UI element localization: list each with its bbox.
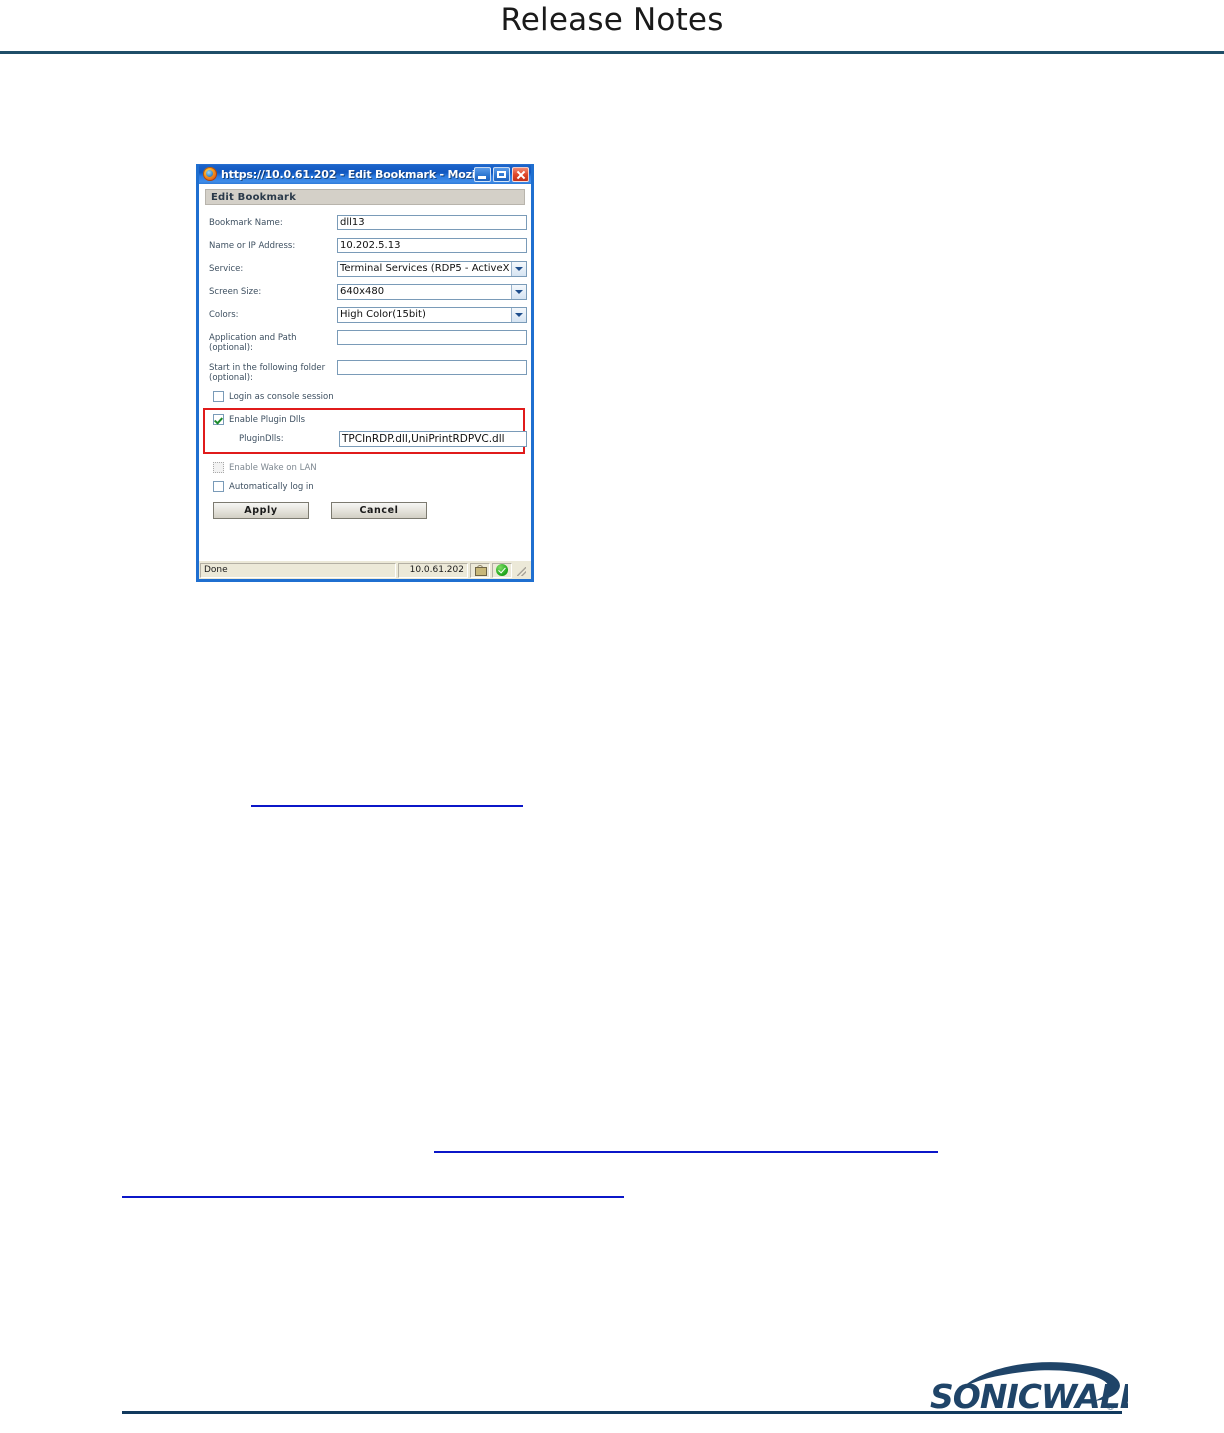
status-host: 10.0.61.202 [398,562,468,578]
minimize-icon[interactable] [474,166,491,182]
chevron-down-icon[interactable] [511,308,526,322]
auto-login-label: Automatically log in [229,481,314,492]
cancel-button[interactable]: Cancel [331,502,427,519]
status-text: Done [200,562,396,578]
start-folder-input[interactable] [337,360,527,375]
enable-plugin-dlls-checkbox[interactable] [213,414,224,425]
secure-check-icon[interactable] [492,562,512,578]
label-start-folder-line1: Start in the following folder [209,363,326,373]
bookmark-name-input[interactable]: dll13 [337,215,527,230]
page-title: Release Notes [500,2,724,38]
label-colors: Colors: [209,310,239,320]
window-titlebar[interactable]: https://10.0.61.202 - Edit Bookmark - Mo… [199,164,531,184]
dialog-button-row: Apply Cancel [213,502,523,519]
label-bookmark-name: Bookmark Name: [209,218,283,228]
hyperlink-1[interactable] [251,805,523,807]
form-row-service: Service: Terminal Services (RDP5 - Activ… [209,261,527,277]
checkbox-row-enable-plugin-dlls[interactable]: Enable Plugin Dlls [213,414,519,425]
logo-registered-trademark: ® [1106,1403,1115,1413]
checkbox-row-auto-login[interactable]: Automatically log in [213,481,523,492]
screen-size-select-value: 640x480 [340,286,385,297]
service-select-value: Terminal Services (RDP5 - ActiveX [340,263,510,274]
name-or-ip-input[interactable]: 10.202.5.13 [337,238,527,253]
firefox-globe-icon [203,167,217,181]
chevron-down-icon[interactable] [511,262,526,276]
window-statusbar: Done 10.0.61.202 [199,560,531,579]
maximize-icon[interactable] [493,166,510,182]
chevron-down-icon[interactable] [511,285,526,299]
padlock-icon[interactable] [470,562,490,578]
form-row-application-path: Application and Path (optional): [209,330,527,353]
bookmark-form: Bookmark Name: dll13 Name or IP Address:… [199,205,531,519]
checkbox-row-wake-on-lan: Enable Wake on LAN [213,462,523,473]
window-title-text: https://10.0.61.202 - Edit Bookmark - Mo… [221,167,474,181]
auto-login-checkbox[interactable] [213,481,224,492]
resize-grip-icon[interactable] [514,563,528,578]
edit-bookmark-window: https://10.0.61.202 - Edit Bookmark - Mo… [196,164,534,582]
enable-plugin-dlls-label: Enable Plugin Dlls [229,414,306,425]
window-controls [474,166,529,182]
header-divider [0,51,1224,54]
checkbox-row-login-console[interactable]: Login as console session [213,391,523,402]
apply-button[interactable]: Apply [213,502,309,519]
window-client-area: Edit Bookmark Bookmark Name: dll13 Name … [199,184,531,560]
hyperlink-2[interactable] [434,1151,938,1153]
plugin-dlls-input[interactable]: TPCInRDP.dll,UniPrintRDPVC.dll [339,431,527,447]
wake-on-lan-label: Enable Wake on LAN [229,462,317,473]
label-application-path-line1: Application and Path [209,333,297,343]
sonicwall-logo: SONICWALL ® [928,1352,1141,1416]
screen-size-select[interactable]: 640x480 [337,284,527,300]
service-select[interactable]: Terminal Services (RDP5 - ActiveX [337,261,527,277]
logo-wordmark: SONICWALL [930,1377,1128,1414]
form-row-start-folder: Start in the following folder (optional)… [209,360,527,383]
colors-select-value: High Color(15bit) [340,309,426,320]
section-header-label: Edit Bookmark [211,191,297,203]
label-application-path: Application and Path (optional): [209,330,337,353]
label-service: Service: [209,264,244,274]
form-row-plugin-dlls: PluginDlls: TPCInRDP.dll,UniPrintRDPVC.d… [213,431,527,447]
login-console-label: Login as console session [229,391,334,402]
label-name-or-ip: Name or IP Address: [209,241,296,251]
application-path-input[interactable] [337,330,527,345]
page-header: Release Notes [0,0,1224,56]
login-console-checkbox[interactable] [213,391,224,402]
sonicwall-logo-svg: SONICWALL ® [930,1362,1141,1416]
form-row-colors: Colors: High Color(15bit) [209,307,527,323]
wake-on-lan-checkbox [213,462,224,473]
plugin-dlls-highlight-box: Enable Plugin Dlls PluginDlls: TPCInRDP.… [203,408,527,454]
close-icon[interactable] [512,166,529,182]
label-plugin-dlls: PluginDlls: [239,434,284,444]
section-header: Edit Bookmark [205,189,525,205]
form-row-name-or-ip: Name or IP Address: 10.202.5.13 [209,238,527,254]
form-row-bookmark-name: Bookmark Name: dll13 [209,215,527,231]
label-start-folder: Start in the following folder (optional)… [209,360,337,383]
label-screen-size: Screen Size: [209,287,262,297]
hyperlink-3[interactable] [122,1196,624,1198]
label-start-folder-line2: (optional): [209,373,253,383]
edit-bookmark-dialog-figure: https://10.0.61.202 - Edit Bookmark - Mo… [196,164,534,582]
label-application-path-line2: (optional): [209,343,253,353]
colors-select[interactable]: High Color(15bit) [337,307,527,323]
form-row-screen-size: Screen Size: 640x480 [209,284,527,300]
